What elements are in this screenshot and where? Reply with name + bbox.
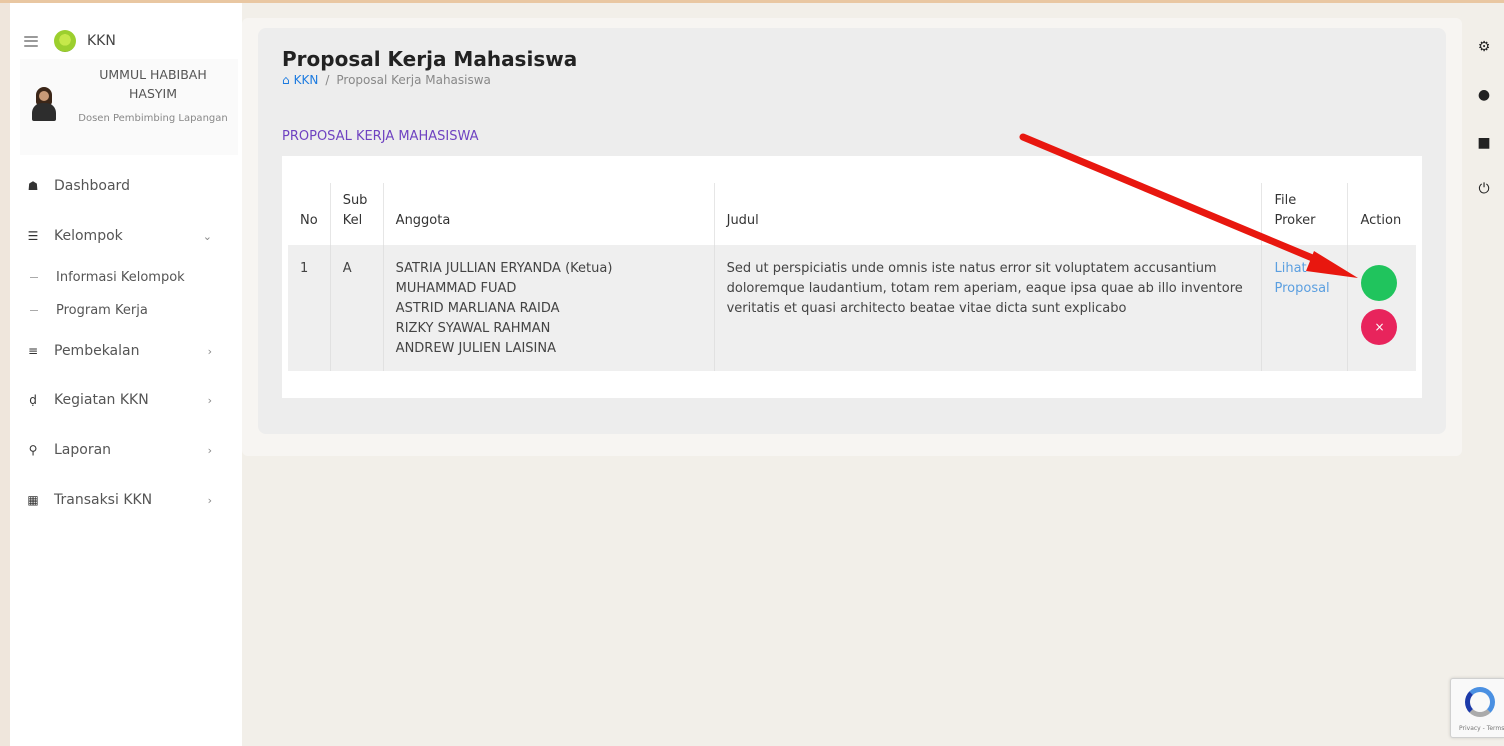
reject-button[interactable]: × (1361, 309, 1398, 345)
sidebar-item-label: Transaksi KKN (54, 492, 153, 508)
header-judul: Judul (714, 183, 1263, 245)
home-icon[interactable]: ⌂ (282, 73, 290, 87)
breadcrumb-separator: / (325, 73, 330, 87)
lihat-proposal-link[interactable]: Lihat Proposal (1274, 259, 1335, 299)
group-icon: ☰ (27, 229, 39, 243)
brand: KKN (24, 27, 116, 55)
header-subkel: Sub Kel (330, 183, 384, 245)
cell-action: × (1348, 245, 1416, 371)
sidebar-subitem-informasi-kelompok[interactable]: Informasi Kelompok (30, 268, 185, 286)
header-file-proker: File Proker (1261, 183, 1349, 245)
recaptcha-privacy-terms: Privacy - Terms (1459, 725, 1504, 732)
sidebar-subitem-label: Program Kerja (56, 302, 148, 318)
avatar (30, 87, 58, 121)
sidebar-item-transaksi-kkn[interactable]: ▦ Transaksi KKN › (26, 490, 226, 510)
member-name: MUHAMMAD FUAD (395, 281, 517, 296)
book-icon: ▦ (27, 493, 39, 507)
home-icon: ☗ (27, 179, 39, 193)
app-name: KKN (87, 33, 116, 49)
dash-icon (30, 309, 38, 311)
chevron-right-icon: › (207, 443, 212, 457)
header-no: No (288, 183, 331, 245)
sidebar-item-label: Laporan (54, 442, 112, 458)
sidebar: KKN UMMUL HABIBAH HASYIM Dosen Pembimbin… (10, 3, 242, 746)
left-edge (0, 3, 10, 746)
close-icon: × (1374, 320, 1385, 334)
header-anggota: Anggota (383, 183, 715, 245)
proposal-table: No Sub Kel Anggota Judul File Proker Act… (288, 183, 1416, 371)
chevron-right-icon: › (207, 393, 212, 407)
cell-no: 1 (288, 245, 331, 371)
table-row: 1 A SATRIA JULLIAN ERYANDA (Ketua) MUHAM… (288, 245, 1416, 371)
breadcrumb-current: Proposal Kerja Mahasiswa (336, 73, 491, 87)
cell-file: Lihat Proposal (1261, 245, 1349, 371)
power-icon[interactable]: ⏻ (1476, 181, 1492, 197)
member-name: ASTRID MARLIANA RAIDA (395, 301, 560, 316)
section-title: PROPOSAL KERJA MAHASISWA (282, 129, 479, 144)
table-header-row: No Sub Kel Anggota Judul File Proker Act… (288, 183, 1416, 245)
sidebar-subitem-label: Informasi Kelompok (56, 269, 185, 285)
proposal-table-wrapper: No Sub Kel Anggota Judul File Proker Act… (288, 183, 1416, 373)
page-title: Proposal Kerja Mahasiswa (282, 47, 578, 71)
profile-name: UMMUL HABIBAH HASYIM (99, 67, 207, 101)
breadcrumb: ⌂ KKN / Proposal Kerja Mahasiswa (282, 73, 491, 87)
recaptcha-icon (1465, 687, 1495, 717)
chevron-down-icon: ⌄ (202, 229, 212, 243)
profile-card: UMMUL HABIBAH HASYIM Dosen Pembimbing La… (20, 59, 238, 155)
dash-icon (30, 276, 38, 278)
layers-icon: ≡ (27, 344, 39, 358)
sidebar-item-kelompok[interactable]: ☰ Kelompok ⌄ (26, 226, 226, 246)
chevron-right-icon: › (207, 493, 212, 507)
activity-icon: ḍ (29, 393, 37, 407)
profile-role: Dosen Pembimbing Lapangan (78, 113, 228, 124)
breadcrumb-root-link[interactable]: KKN (294, 73, 319, 87)
cell-subkel: A (330, 245, 384, 371)
header-action: Action (1360, 213, 1402, 228)
user-icon[interactable]: ● (1476, 87, 1492, 103)
hamburger-menu-icon[interactable] (24, 35, 38, 47)
sidebar-item-label: Dashboard (54, 178, 130, 194)
approve-button[interactable] (1361, 265, 1398, 301)
lock-icon[interactable]: ■ (1476, 135, 1492, 151)
chevron-right-icon: › (207, 344, 212, 358)
sidebar-item-pembekalan[interactable]: ≡ Pembekalan › (26, 341, 226, 361)
sidebar-subitem-program-kerja[interactable]: Program Kerja (30, 301, 148, 319)
right-rail: ⚙ ● ■ ⏻ (1468, 30, 1500, 230)
recaptcha-badge[interactable]: Privacy - Terms (1450, 678, 1504, 738)
sidebar-item-label: Kegiatan KKN (54, 392, 149, 408)
search-report-icon: ⚲ (28, 443, 38, 457)
member-name: RIZKY SYAWAL RAHMAN (395, 321, 551, 336)
member-ketua: SATRIA JULLIAN ERYANDA (Ketua) (395, 261, 613, 276)
sidebar-item-kegiatan-kkn[interactable]: ḍ Kegiatan KKN › (26, 390, 226, 410)
gear-icon[interactable]: ⚙ (1476, 39, 1492, 55)
member-name: ANDREW JULIEN LAISINA (395, 341, 557, 356)
cell-anggota: SATRIA JULLIAN ERYANDA (Ketua) MUHAMMAD … (383, 245, 715, 371)
sidebar-item-dashboard[interactable]: ☗ Dashboard (26, 176, 226, 196)
app-logo (54, 30, 76, 52)
sidebar-item-label: Kelompok (54, 228, 123, 244)
cell-judul: Sed ut perspiciatis unde omnis iste natu… (714, 245, 1263, 371)
sidebar-item-label: Pembekalan (54, 343, 140, 359)
sidebar-item-laporan[interactable]: ⚲ Laporan › (26, 440, 226, 460)
